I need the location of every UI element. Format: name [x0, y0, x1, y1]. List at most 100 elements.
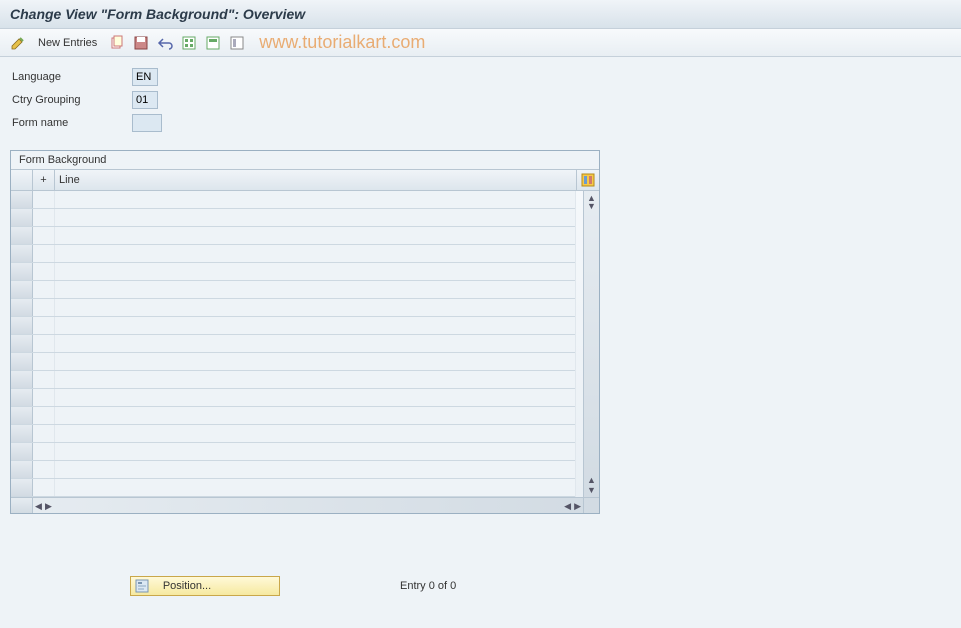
table-row[interactable] [11, 407, 575, 425]
table-row[interactable] [11, 425, 575, 443]
table-row[interactable] [11, 191, 575, 209]
table-config-icon[interactable] [577, 170, 599, 190]
row-plus-cell[interactable] [33, 407, 55, 424]
row-line-cell[interactable] [55, 479, 575, 496]
row-plus-cell[interactable] [33, 353, 55, 370]
deselect-icon[interactable] [227, 33, 247, 53]
copy-icon[interactable] [107, 33, 127, 53]
row-line-cell[interactable] [55, 281, 575, 298]
row-plus-cell[interactable] [33, 443, 55, 460]
row-plus-cell[interactable] [33, 299, 55, 316]
save-icon[interactable] [131, 33, 151, 53]
row-plus-cell[interactable] [33, 245, 55, 262]
row-selector[interactable] [11, 191, 33, 208]
row-selector[interactable] [11, 443, 33, 460]
page-title: Change View "Form Background": Overview [0, 0, 961, 29]
select-block-icon[interactable] [203, 33, 223, 53]
row-line-cell[interactable] [55, 353, 575, 370]
table-row[interactable] [11, 461, 575, 479]
vertical-scrollbar[interactable]: ▲ ▼ ▲ ▼ [583, 191, 599, 497]
row-selector[interactable] [11, 407, 33, 424]
row-selector[interactable] [11, 335, 33, 352]
table-right-gutter [575, 191, 583, 497]
horizontal-scrollbar[interactable]: ◀ ▶ ◀ ▶ [11, 497, 599, 513]
scroll-left-icon[interactable]: ◀ [35, 501, 42, 511]
table-row[interactable] [11, 209, 575, 227]
table-plus-header[interactable]: + [33, 170, 55, 190]
scroll-right-icon-left[interactable]: ▶ [45, 501, 52, 511]
row-plus-cell[interactable] [33, 425, 55, 442]
undo-icon[interactable] [155, 33, 175, 53]
row-selector[interactable] [11, 317, 33, 334]
table-row[interactable] [11, 263, 575, 281]
row-plus-cell[interactable] [33, 209, 55, 226]
language-input[interactable] [132, 68, 158, 86]
table-line-header[interactable]: Line [55, 170, 577, 190]
row-plus-cell[interactable] [33, 335, 55, 352]
table-row[interactable] [11, 335, 575, 353]
scroll-up-icon-bottom[interactable]: ▲ [587, 475, 596, 485]
row-selector[interactable] [11, 425, 33, 442]
row-plus-cell[interactable] [33, 191, 55, 208]
table-header: + Line [11, 169, 599, 191]
row-plus-cell[interactable] [33, 479, 55, 496]
row-selector[interactable] [11, 281, 33, 298]
scroll-down-icon-top[interactable]: ▼ [587, 201, 596, 211]
table-row[interactable] [11, 353, 575, 371]
table-row[interactable] [11, 245, 575, 263]
row-selector[interactable] [11, 227, 33, 244]
row-selector[interactable] [11, 479, 33, 496]
row-line-cell[interactable] [55, 317, 575, 334]
form-name-label: Form name [12, 117, 132, 129]
row-line-cell[interactable] [55, 371, 575, 388]
row-plus-cell[interactable] [33, 227, 55, 244]
table-row[interactable] [11, 317, 575, 335]
row-selector[interactable] [11, 245, 33, 262]
row-line-cell[interactable] [55, 335, 575, 352]
row-plus-cell[interactable] [33, 389, 55, 406]
row-selector[interactable] [11, 389, 33, 406]
row-selector[interactable] [11, 353, 33, 370]
row-line-cell[interactable] [55, 227, 575, 244]
row-selector[interactable] [11, 209, 33, 226]
row-line-cell[interactable] [55, 245, 575, 262]
table-row[interactable] [11, 299, 575, 317]
row-line-cell[interactable] [55, 389, 575, 406]
row-selector[interactable] [11, 461, 33, 478]
row-plus-cell[interactable] [33, 461, 55, 478]
table-select-header[interactable] [11, 170, 33, 190]
scroll-right-icon[interactable]: ▶ [574, 501, 581, 511]
row-selector[interactable] [11, 263, 33, 280]
table-row[interactable] [11, 479, 575, 497]
table-row[interactable] [11, 227, 575, 245]
ctry-grouping-input[interactable] [132, 91, 158, 109]
row-line-cell[interactable] [55, 407, 575, 424]
row-selector[interactable] [11, 299, 33, 316]
scroll-down-icon[interactable]: ▼ [587, 485, 596, 495]
table-caption: Form Background [11, 151, 599, 169]
row-line-cell[interactable] [55, 263, 575, 280]
select-all-icon[interactable] [179, 33, 199, 53]
edit-icon[interactable] [8, 33, 28, 53]
row-plus-cell[interactable] [33, 317, 55, 334]
row-line-cell[interactable] [55, 191, 575, 208]
table-row[interactable] [11, 281, 575, 299]
scroll-left-icon-right[interactable]: ◀ [564, 501, 571, 511]
row-plus-cell[interactable] [33, 263, 55, 280]
row-selector[interactable] [11, 371, 33, 388]
row-line-cell[interactable] [55, 425, 575, 442]
table-row[interactable] [11, 443, 575, 461]
language-label: Language [12, 71, 132, 83]
form-name-input[interactable] [132, 114, 162, 132]
table-row[interactable] [11, 389, 575, 407]
row-plus-cell[interactable] [33, 371, 55, 388]
new-entries-button[interactable]: New Entries [32, 35, 103, 51]
table-row[interactable] [11, 371, 575, 389]
row-line-cell[interactable] [55, 461, 575, 478]
row-line-cell[interactable] [55, 299, 575, 316]
row-line-cell[interactable] [55, 209, 575, 226]
position-button[interactable]: Position... [130, 576, 280, 596]
row-plus-cell[interactable] [33, 281, 55, 298]
row-line-cell[interactable] [55, 443, 575, 460]
watermark-text: www.tutorialkart.com [259, 32, 425, 53]
